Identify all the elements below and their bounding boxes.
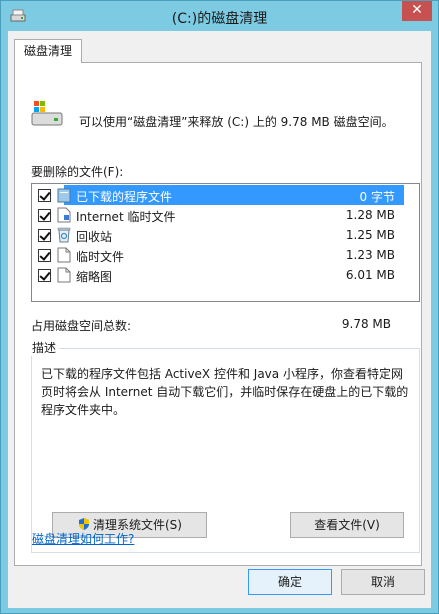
ok-button[interactable]: 确定: [248, 569, 332, 595]
description-text: 已下载的程序文件包括 ActiveX 控件和 Java 小程序，你查看特定网页时…: [41, 367, 409, 417]
document-lock-icon: [57, 207, 71, 223]
recycle-bin-icon: [57, 227, 71, 243]
file-size: 0 字节: [359, 190, 395, 204]
file-checkbox[interactable]: [38, 229, 51, 242]
close-icon: ✕: [411, 2, 423, 18]
folder-icon: [57, 188, 71, 203]
document-icon: [57, 247, 71, 263]
files-list[interactable]: 已下载的程序文件 0 字节 Internet 临时文件 1.28 MB 回收站 …: [31, 183, 420, 302]
intro-text: 可以使用“磁盘清理”来释放 (C:) 上的 9.78 MB 磁盘空间。: [79, 115, 394, 129]
file-name: 回收站: [76, 230, 113, 244]
tab-disk-cleanup[interactable]: 磁盘清理: [14, 39, 82, 63]
uac-shield-icon: [79, 518, 89, 530]
file-name: 临时文件: [76, 250, 125, 264]
view-files-button[interactable]: 查看文件(V): [290, 512, 404, 538]
file-checkbox[interactable]: [38, 189, 51, 202]
drive-icon: [31, 101, 63, 126]
disk-cleanup-window: (C:)的磁盘清理 ✕ 磁盘清理 可以使用“磁盘清理”来释放 (C:) 上的 9…: [0, 0, 439, 614]
file-checkbox[interactable]: [38, 249, 51, 262]
file-name: Internet 临时文件: [76, 210, 176, 224]
total-space-label: 占用磁盘空间总数:: [31, 319, 132, 333]
title-bar[interactable]: (C:)的磁盘清理 ✕: [1, 1, 438, 31]
file-name: 已下载的程序文件: [76, 190, 173, 204]
document-icon: [57, 267, 71, 283]
dialog-client: 磁盘清理 可以使用“磁盘清理”来释放 (C:) 上的 9.78 MB 磁盘空间。…: [8, 31, 431, 608]
file-checkbox[interactable]: [38, 269, 51, 282]
file-row[interactable]: Internet 临时文件 1.28 MB: [32, 205, 419, 225]
window-title: (C:)的磁盘清理: [171, 11, 268, 27]
file-row[interactable]: 缩略图 6.01 MB: [32, 265, 419, 285]
file-name: 缩略图: [76, 270, 113, 284]
file-size: 6.01 MB: [345, 268, 395, 282]
file-row[interactable]: 回收站 1.25 MB: [32, 225, 419, 245]
help-link[interactable]: 磁盘清理如何工作?: [32, 530, 134, 547]
file-size: 1.28 MB: [345, 208, 395, 222]
file-size: 1.25 MB: [345, 228, 395, 242]
file-row[interactable]: 已下载的程序文件 0 字节: [32, 185, 419, 205]
close-button[interactable]: ✕: [402, 1, 432, 21]
file-row[interactable]: 临时文件 1.23 MB: [32, 245, 419, 265]
tab-panel: 可以使用“磁盘清理”来释放 (C:) 上的 9.78 MB 磁盘空间。 要删除的…: [14, 62, 422, 566]
file-checkbox[interactable]: [38, 209, 51, 222]
files-label: 要删除的文件(F):: [31, 165, 124, 179]
file-size: 1.23 MB: [345, 248, 395, 262]
total-space-value: 9.78 MB: [341, 317, 391, 331]
cancel-button[interactable]: 取消: [341, 569, 425, 595]
description-title: 描述: [29, 339, 60, 356]
